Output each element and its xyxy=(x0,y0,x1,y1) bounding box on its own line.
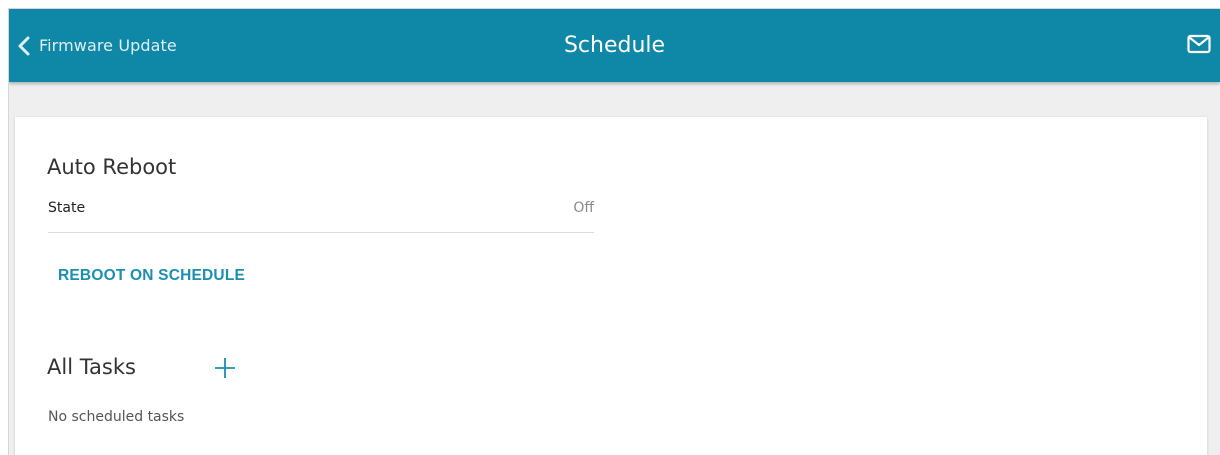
notifications-button[interactable] xyxy=(1184,31,1214,61)
state-value: Off xyxy=(573,200,594,216)
plus-icon xyxy=(213,356,237,384)
top-bar: Firmware Update Schedule xyxy=(9,9,1220,82)
back-label: Firmware Update xyxy=(39,36,177,55)
reboot-on-schedule-button[interactable]: REBOOT ON SCHEDULE xyxy=(58,267,245,285)
empty-tasks-text: No scheduled tasks xyxy=(48,409,185,425)
envelope-icon xyxy=(1187,34,1211,58)
auto-reboot-title: Auto Reboot xyxy=(47,155,177,179)
state-label: State xyxy=(48,200,86,216)
add-task-button[interactable] xyxy=(210,355,240,385)
state-row: State Off xyxy=(48,200,594,233)
page-title: Schedule xyxy=(563,33,666,58)
all-tasks-title: All Tasks xyxy=(47,355,136,379)
schedule-card: Auto Reboot State Off REBOOT ON SCHEDULE… xyxy=(15,117,1207,455)
chevron-left-icon xyxy=(11,33,37,59)
app-frame: Firmware Update Schedule Auto Reboot Sta… xyxy=(8,8,1220,455)
back-button[interactable]: Firmware Update xyxy=(11,9,177,82)
